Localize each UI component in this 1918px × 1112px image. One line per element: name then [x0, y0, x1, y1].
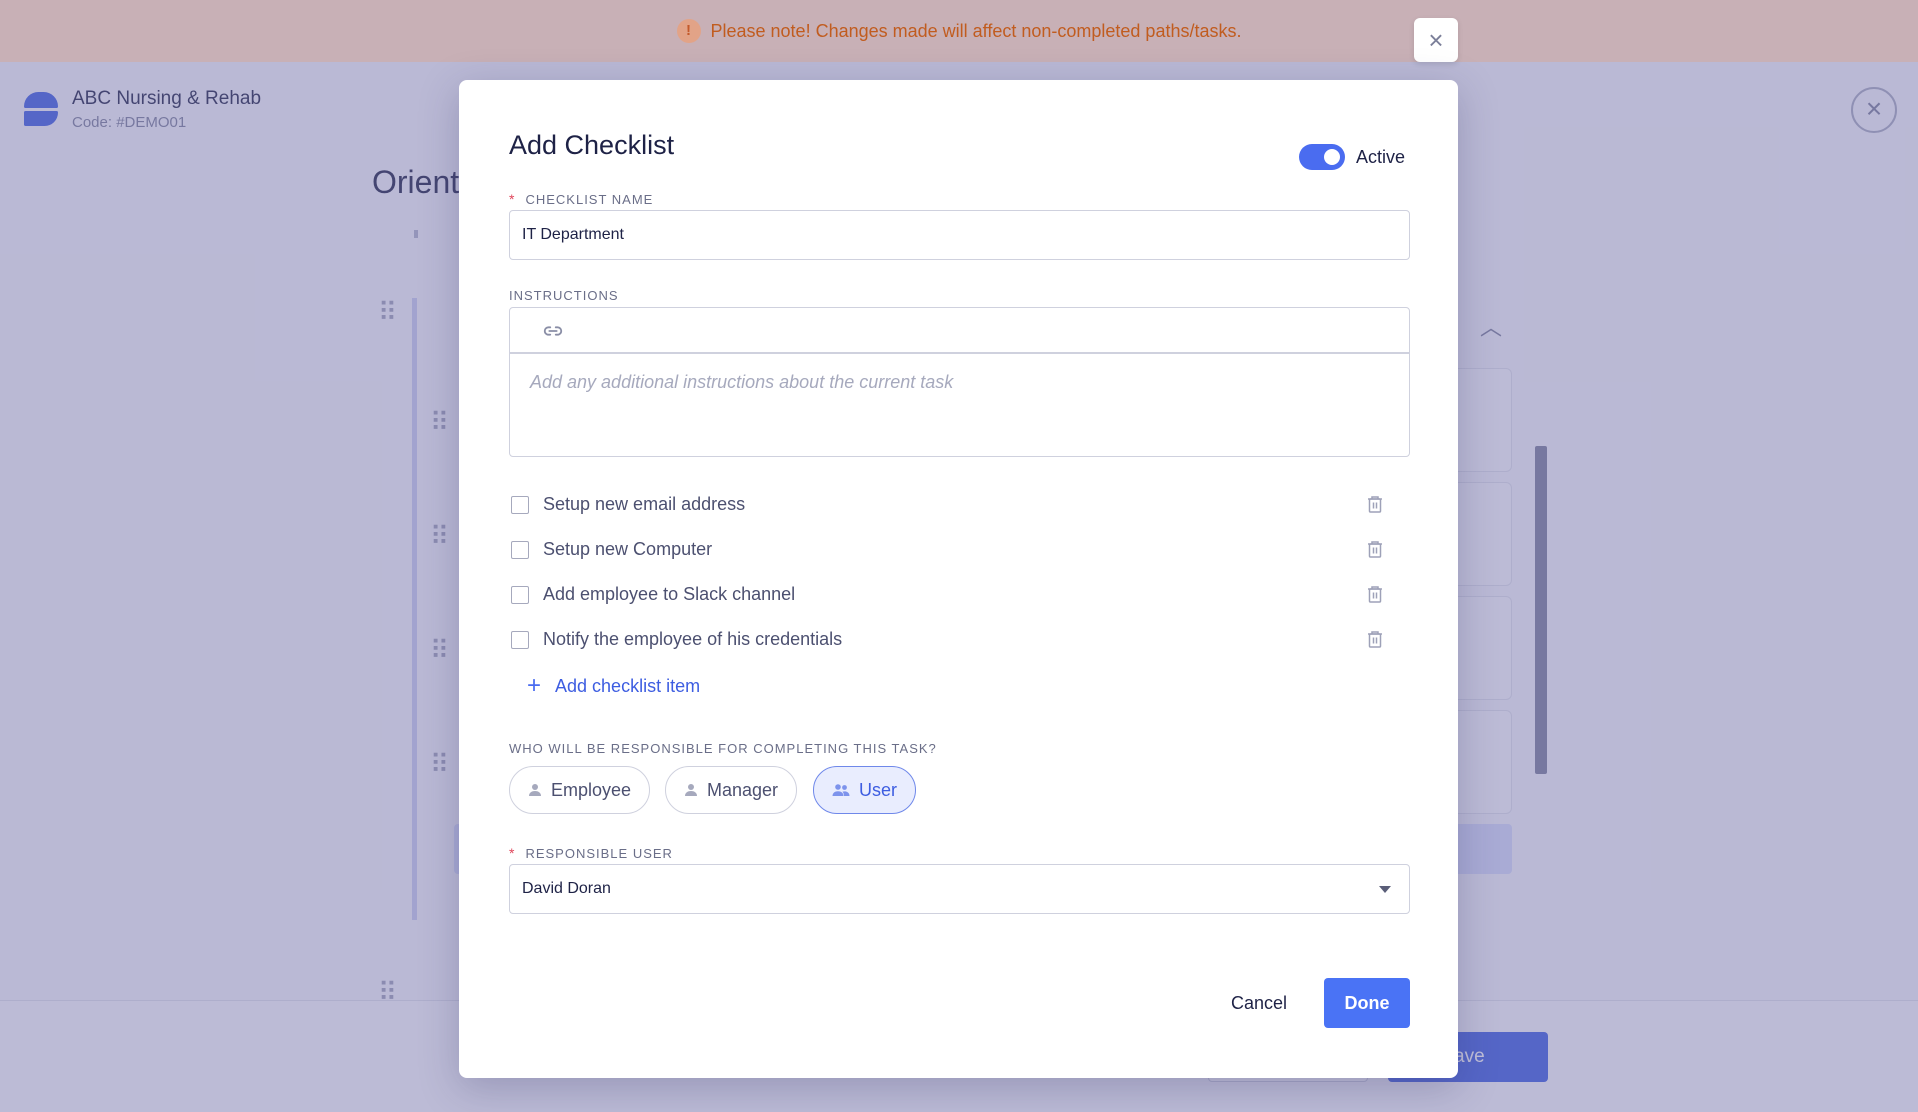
- editor-toolbar: [510, 308, 1409, 354]
- checklist-item-text[interactable]: Setup new email address: [543, 494, 745, 515]
- checklist-item: Setup new Computer: [509, 535, 1410, 565]
- add-checklist-item-button[interactable]: + Add checklist item: [527, 674, 700, 698]
- warning-icon: !: [676, 19, 701, 43]
- trash-icon[interactable]: [1366, 584, 1384, 604]
- checklist-item: Notify the employee of his credentials: [509, 625, 1410, 655]
- checklist-name-label: * CHECKLIST NAME: [509, 191, 653, 207]
- checklist-item-checkbox[interactable]: [511, 586, 529, 604]
- trash-icon[interactable]: [1366, 494, 1384, 514]
- trash-icon[interactable]: [1366, 629, 1384, 649]
- modal-close-button[interactable]: ×: [1414, 18, 1458, 62]
- modal-title: Add Checklist: [509, 130, 675, 160]
- responsible-user-label-text: RESPONSIBLE USER: [525, 846, 673, 861]
- role-label: Manager: [707, 779, 779, 800]
- caret-down-icon: [1379, 886, 1391, 893]
- role-label: User: [859, 779, 898, 800]
- instructions-label: INSTRUCTIONS: [509, 288, 619, 303]
- checklist-name-label-text: CHECKLIST NAME: [525, 192, 654, 207]
- add-checklist-item-label: Add checklist item: [555, 675, 701, 696]
- role-label: Employee: [551, 779, 632, 800]
- instructions-placeholder: Add any additional instructions about th…: [530, 372, 954, 392]
- plus-icon: +: [527, 672, 542, 699]
- active-toggle[interactable]: [1299, 144, 1345, 170]
- checklist-name-input[interactable]: IT Department: [509, 210, 1410, 260]
- checklist-item-text[interactable]: Add employee to Slack channel: [543, 584, 795, 605]
- close-icon: ×: [1428, 25, 1444, 55]
- cancel-button[interactable]: Cancel: [1215, 978, 1303, 1028]
- responsible-question-label: WHO WILL BE RESPONSIBLE FOR COMPLETING T…: [509, 741, 937, 756]
- responsible-user-label: * RESPONSIBLE USER: [509, 845, 673, 861]
- person-icon: [529, 784, 541, 796]
- link-icon[interactable]: [542, 320, 564, 342]
- active-label: Active: [1356, 147, 1406, 167]
- notice-banner: ! Please note! Changes made will affect …: [0, 0, 1918, 62]
- responsible-user-select[interactable]: David Doran: [509, 864, 1410, 914]
- checklist-item: Setup new email address: [509, 490, 1410, 520]
- required-marker: *: [509, 191, 516, 207]
- responsible-user-value: David Doran: [522, 880, 611, 897]
- role-manager-button[interactable]: Manager: [665, 766, 798, 814]
- users-icon: [832, 784, 850, 796]
- checklist-item-checkbox[interactable]: [511, 496, 529, 514]
- person-icon: [685, 784, 697, 796]
- checklist-item-checkbox[interactable]: [511, 631, 529, 649]
- notice-text: Please note! Changes made will affect no…: [710, 20, 1242, 41]
- checklist-item-text[interactable]: Setup new Computer: [543, 539, 712, 560]
- checklist-item-text[interactable]: Notify the employee of his credentials: [543, 629, 842, 650]
- required-marker: *: [509, 845, 516, 861]
- instructions-editor[interactable]: Add any additional instructions about th…: [509, 307, 1410, 457]
- role-user-button[interactable]: User: [813, 766, 917, 814]
- add-checklist-modal: Add Checklist Active * CHECKLIST NAME IT …: [459, 80, 1458, 1078]
- trash-icon[interactable]: [1366, 539, 1384, 559]
- role-employee-button[interactable]: Employee: [509, 766, 651, 814]
- checklist-item: Add employee to Slack channel: [509, 580, 1410, 610]
- checklist-item-checkbox[interactable]: [511, 541, 529, 559]
- done-button[interactable]: Done: [1324, 978, 1410, 1028]
